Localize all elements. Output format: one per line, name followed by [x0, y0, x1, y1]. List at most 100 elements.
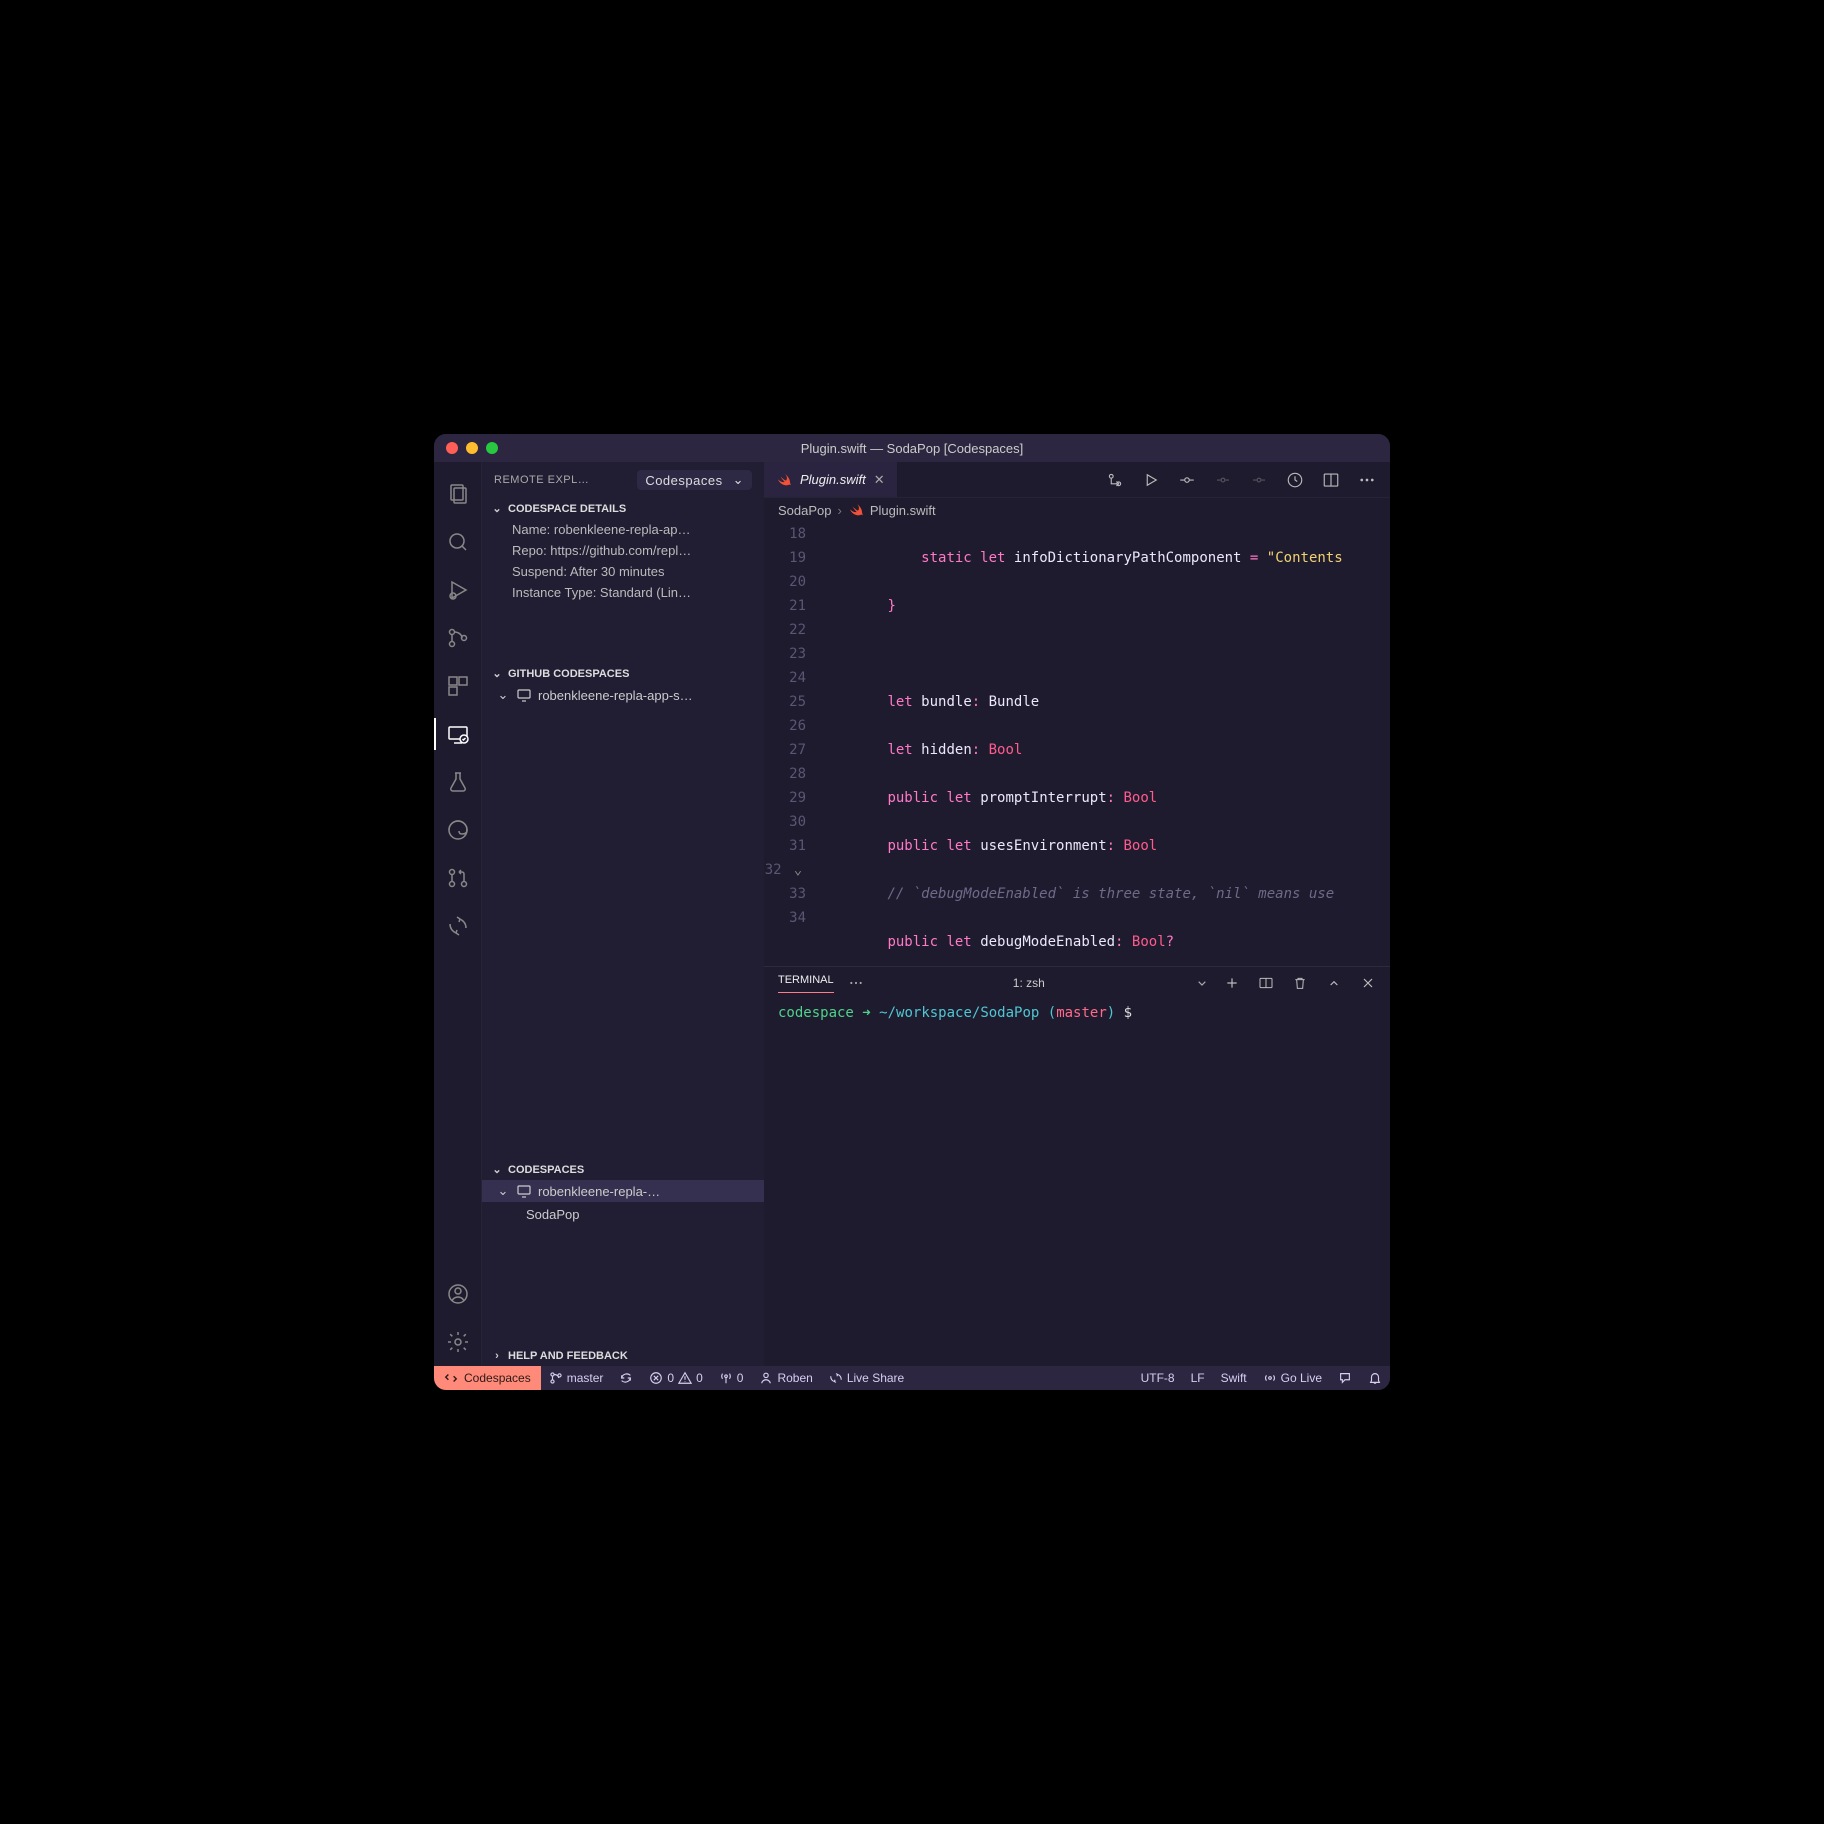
status-problems[interactable]: 0 0: [641, 1366, 710, 1390]
testing-icon[interactable]: [434, 758, 482, 806]
remote-explorer-icon[interactable]: [434, 710, 482, 758]
explorer-icon[interactable]: [434, 470, 482, 518]
status-liveshare[interactable]: Live Share: [821, 1366, 912, 1390]
remote-label: Codespaces: [464, 1371, 531, 1385]
open-changes-icon[interactable]: [1286, 471, 1304, 489]
minimize-window-button[interactable]: [466, 442, 478, 454]
chevron-down-icon: ⌄: [490, 502, 504, 515]
chevron-down-icon: ⌄: [496, 687, 510, 703]
status-encoding[interactable]: UTF-8: [1133, 1366, 1183, 1390]
next-change-icon[interactable]: [1250, 471, 1268, 489]
prev-change-icon[interactable]: [1214, 471, 1232, 489]
close-panel-icon[interactable]: [1360, 975, 1376, 991]
terminal-host: codespace: [778, 1005, 854, 1021]
search-icon[interactable]: [434, 518, 482, 566]
status-sync[interactable]: [611, 1366, 641, 1390]
split-terminal-icon[interactable]: [1258, 975, 1274, 991]
section-title: HELP AND FEEDBACK: [508, 1350, 628, 1362]
terminal-branch: master: [1056, 1005, 1107, 1021]
terminal-tab[interactable]: TERMINAL: [778, 974, 834, 993]
status-eol[interactable]: LF: [1183, 1366, 1213, 1390]
live-share-icon[interactable]: [434, 902, 482, 950]
edge-icon[interactable]: [434, 806, 482, 854]
zoom-window-button[interactable]: [486, 442, 498, 454]
section-github-codespaces[interactable]: ⌄ GITHUB CODESPACES: [482, 663, 764, 684]
remote-indicator[interactable]: Codespaces: [434, 1366, 541, 1390]
close-window-button[interactable]: [446, 442, 458, 454]
section-codespaces[interactable]: ⌄ CODESPACES: [482, 1159, 764, 1180]
breadcrumb[interactable]: SodaPop › Plugin.swift: [764, 498, 1390, 522]
more-actions-icon[interactable]: [1358, 471, 1376, 489]
window-title: Plugin.swift — SodaPop [Codespaces]: [434, 441, 1390, 456]
vm-icon: [516, 687, 532, 703]
breadcrumb-item[interactable]: SodaPop: [778, 503, 832, 518]
terminal-shell-label: 1: zsh: [1013, 976, 1045, 990]
terminal-panel: TERMINAL 1: zsh codespace: [764, 966, 1390, 1366]
status-feedback[interactable]: [1330, 1366, 1360, 1390]
status-language[interactable]: Swift: [1213, 1366, 1255, 1390]
fold-icon[interactable]: ⌄: [790, 858, 806, 882]
code-editor[interactable]: 181920212223242526272829303132 ⌄3334 sta…: [764, 522, 1390, 966]
status-golive[interactable]: Go Live: [1255, 1366, 1330, 1390]
compare-icon[interactable]: [1106, 471, 1124, 489]
extensions-icon[interactable]: [434, 662, 482, 710]
chevron-down-icon: ⌄: [490, 1163, 504, 1176]
ports-count: 0: [737, 1371, 744, 1385]
liveshare-label: Live Share: [847, 1371, 904, 1385]
golive-label: Go Live: [1281, 1371, 1322, 1385]
kill-terminal-icon[interactable]: [1292, 975, 1308, 991]
detail-repo: Repo: https://github.com/repl…: [482, 540, 764, 561]
sidebar: REMOTE EXPL… Codespaces ⌄ ⌄ CODESPACE DE…: [482, 462, 764, 1366]
codespace-active-item[interactable]: ⌄ robenkleene-repla-…: [482, 1180, 764, 1202]
folder-label: SodaPop: [526, 1207, 580, 1222]
accounts-icon[interactable]: [434, 1270, 482, 1318]
codespace-item[interactable]: ⌄ robenkleene-repla-app-s…: [482, 684, 764, 706]
section-help-feedback[interactable]: › HELP AND FEEDBACK: [482, 1346, 764, 1366]
sidebar-view-dropdown[interactable]: Codespaces ⌄: [637, 470, 752, 490]
error-count: 0: [667, 1371, 674, 1385]
sidebar-header: REMOTE EXPL… Codespaces ⌄: [482, 462, 764, 498]
editor-group: Plugin.swift ✕ SodaPop › Pl: [764, 462, 1390, 1366]
breadcrumb-item[interactable]: Plugin.swift: [870, 503, 936, 518]
code-content[interactable]: static let infoDictionaryPathComponent =…: [820, 522, 1390, 966]
tab-filename: Plugin.swift: [800, 472, 866, 487]
panel-tabs: TERMINAL 1: zsh: [764, 967, 1390, 999]
terminal-selector[interactable]: 1: zsh: [878, 976, 1180, 990]
bell-icon: [1368, 1371, 1382, 1385]
editor-tab[interactable]: Plugin.swift ✕: [764, 462, 898, 497]
close-tab-icon[interactable]: ✕: [874, 472, 885, 488]
codespace-folder-item[interactable]: SodaPop: [482, 1202, 764, 1226]
chevron-down-icon: ⌄: [496, 1183, 510, 1199]
sidebar-dropdown-label: Codespaces: [645, 473, 722, 488]
run-debug-icon[interactable]: [434, 566, 482, 614]
breadcrumb-separator: ›: [838, 503, 842, 518]
editor-toolbar: [1092, 462, 1390, 497]
section-title: CODESPACES: [508, 1164, 584, 1176]
commit-node-icon[interactable]: [1178, 471, 1196, 489]
status-bar: Codespaces master 0 0 0 Roben Live Share: [434, 1366, 1390, 1390]
maximize-panel-icon[interactable]: [1326, 975, 1342, 991]
vscode-window: Plugin.swift — SodaPop [Codespaces]: [434, 434, 1390, 1390]
swift-file-icon: [776, 472, 792, 488]
feedback-icon: [1338, 1371, 1352, 1385]
github-pr-icon[interactable]: [434, 854, 482, 902]
section-codespace-details[interactable]: ⌄ CODESPACE DETAILS: [482, 498, 764, 519]
settings-gear-icon[interactable]: [434, 1318, 482, 1366]
detail-name: Name: robenkleene-repla-ap…: [482, 519, 764, 540]
status-ports[interactable]: 0: [711, 1366, 752, 1390]
terminal-content[interactable]: codespace ➜ ~/workspace/SodaPop (master)…: [764, 999, 1390, 1366]
terminal-dropdown-icon[interactable]: [1194, 975, 1210, 991]
status-branch[interactable]: master: [541, 1366, 612, 1390]
warning-count: 0: [696, 1371, 703, 1385]
warning-icon: [678, 1371, 692, 1385]
branch-label: master: [567, 1371, 604, 1385]
new-terminal-icon[interactable]: [1224, 975, 1240, 991]
detail-instance-type: Instance Type: Standard (Lin…: [482, 582, 764, 603]
run-icon[interactable]: [1142, 471, 1160, 489]
chevron-right-icon: ›: [490, 1350, 504, 1362]
source-control-icon[interactable]: [434, 614, 482, 662]
status-user[interactable]: Roben: [751, 1366, 820, 1390]
status-notifications[interactable]: [1360, 1366, 1390, 1390]
split-editor-icon[interactable]: [1322, 471, 1340, 489]
panel-more-icon[interactable]: [848, 975, 864, 991]
